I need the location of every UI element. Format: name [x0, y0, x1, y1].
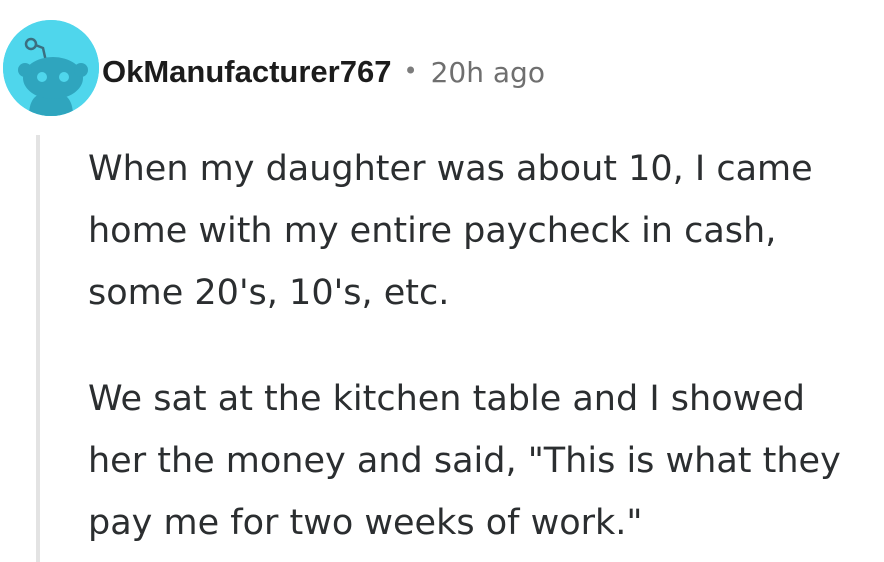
- text-line: home with my entire paycheck in cash,: [88, 211, 777, 251]
- text-line: some 20's, 10's, etc.: [88, 273, 450, 313]
- reddit-snoo-avatar-icon: [3, 20, 99, 116]
- separator-dot: •: [403, 57, 418, 85]
- username-link[interactable]: OkManufacturer767: [102, 54, 391, 90]
- comment-paragraph: When my daughter was about 10, I came ho…: [88, 138, 878, 324]
- comment-paragraph: We sat at the kitchen table and I showed…: [88, 368, 878, 554]
- comment: OkManufacturer767 • 20h ago When my daug…: [0, 0, 884, 562]
- comment-body: When my daughter was about 10, I came ho…: [88, 138, 878, 554]
- comment-header: OkManufacturer767 • 20h ago: [102, 50, 545, 94]
- text-line: When my daughter was about 10, I came: [88, 149, 813, 189]
- timestamp[interactable]: 20h ago: [431, 56, 545, 89]
- thread-collapse-line[interactable]: [36, 135, 40, 562]
- text-line: pay me for two weeks of work.": [88, 503, 643, 543]
- text-line: We sat at the kitchen table and I showed: [88, 379, 805, 419]
- avatar[interactable]: [3, 20, 99, 116]
- text-line: her the money and said, "This is what th…: [88, 441, 841, 481]
